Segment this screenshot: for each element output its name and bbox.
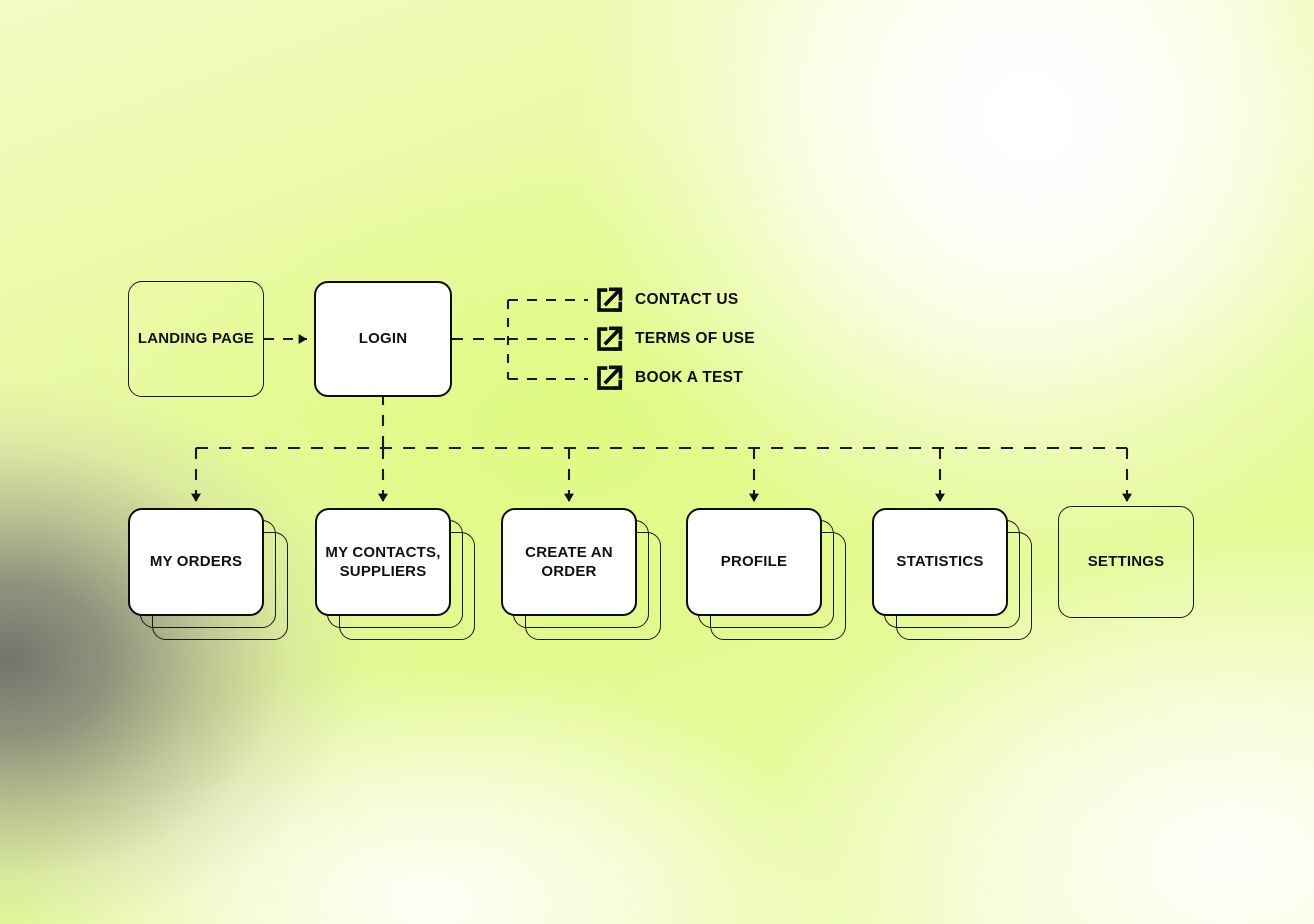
external-link-terms-of-use-label: TERMS OF USE <box>635 330 755 347</box>
background-white-glow-bottom-left <box>0 0 1314 924</box>
background-white-glow-top-right <box>0 0 1314 924</box>
external-link-icon <box>597 287 623 312</box>
external-link-contact-us-label: CONTACT US <box>635 291 739 308</box>
node-landing-page[interactable]: LANDING PAGE <box>128 281 264 397</box>
node-settings-label: SETTINGS <box>1087 553 1165 571</box>
node-login-label: LOGIN <box>358 330 408 348</box>
background-green-core-glow <box>0 0 1314 924</box>
node-profile-label: PROFILE <box>720 553 788 571</box>
node-settings[interactable]: SETTINGS <box>1058 506 1194 618</box>
background-base-gradient <box>0 0 1314 924</box>
node-create-an-order[interactable]: CREATE AN ORDER <box>501 508 637 616</box>
connector-lines <box>191 298 1132 502</box>
diagram-canvas: LANDING PAGE LOGIN CONTACT US TERMS OF U… <box>0 0 1314 924</box>
external-link-book-a-test-label: BOOK A TEST <box>635 369 744 386</box>
node-statistics[interactable]: STATISTICS <box>872 508 1008 616</box>
external-link-contact-us[interactable]: CONTACT US <box>594 285 738 315</box>
external-link-icon <box>597 326 623 351</box>
node-my-contacts-suppliers[interactable]: MY CONTACTS, SUPPLIERS <box>315 508 451 616</box>
external-link-book-a-test[interactable]: BOOK A TEST <box>594 363 743 393</box>
external-link-icon <box>597 365 623 390</box>
node-my-contacts-suppliers-label: MY CONTACTS, SUPPLIERS <box>325 543 441 580</box>
node-profile[interactable]: PROFILE <box>686 508 822 616</box>
node-login[interactable]: LOGIN <box>314 281 452 397</box>
node-create-an-order-label: CREATE AN ORDER <box>525 543 613 580</box>
external-link-terms-of-use[interactable]: TERMS OF USE <box>594 324 755 354</box>
node-statistics-label: STATISTICS <box>896 553 984 571</box>
node-landing-page-label: LANDING PAGE <box>137 330 255 348</box>
background-grey-blob-left <box>0 0 1314 924</box>
node-my-orders[interactable]: MY ORDERS <box>128 508 264 616</box>
background-white-glow-bottom-right <box>0 0 1314 924</box>
node-my-orders-label: MY ORDERS <box>149 553 243 571</box>
